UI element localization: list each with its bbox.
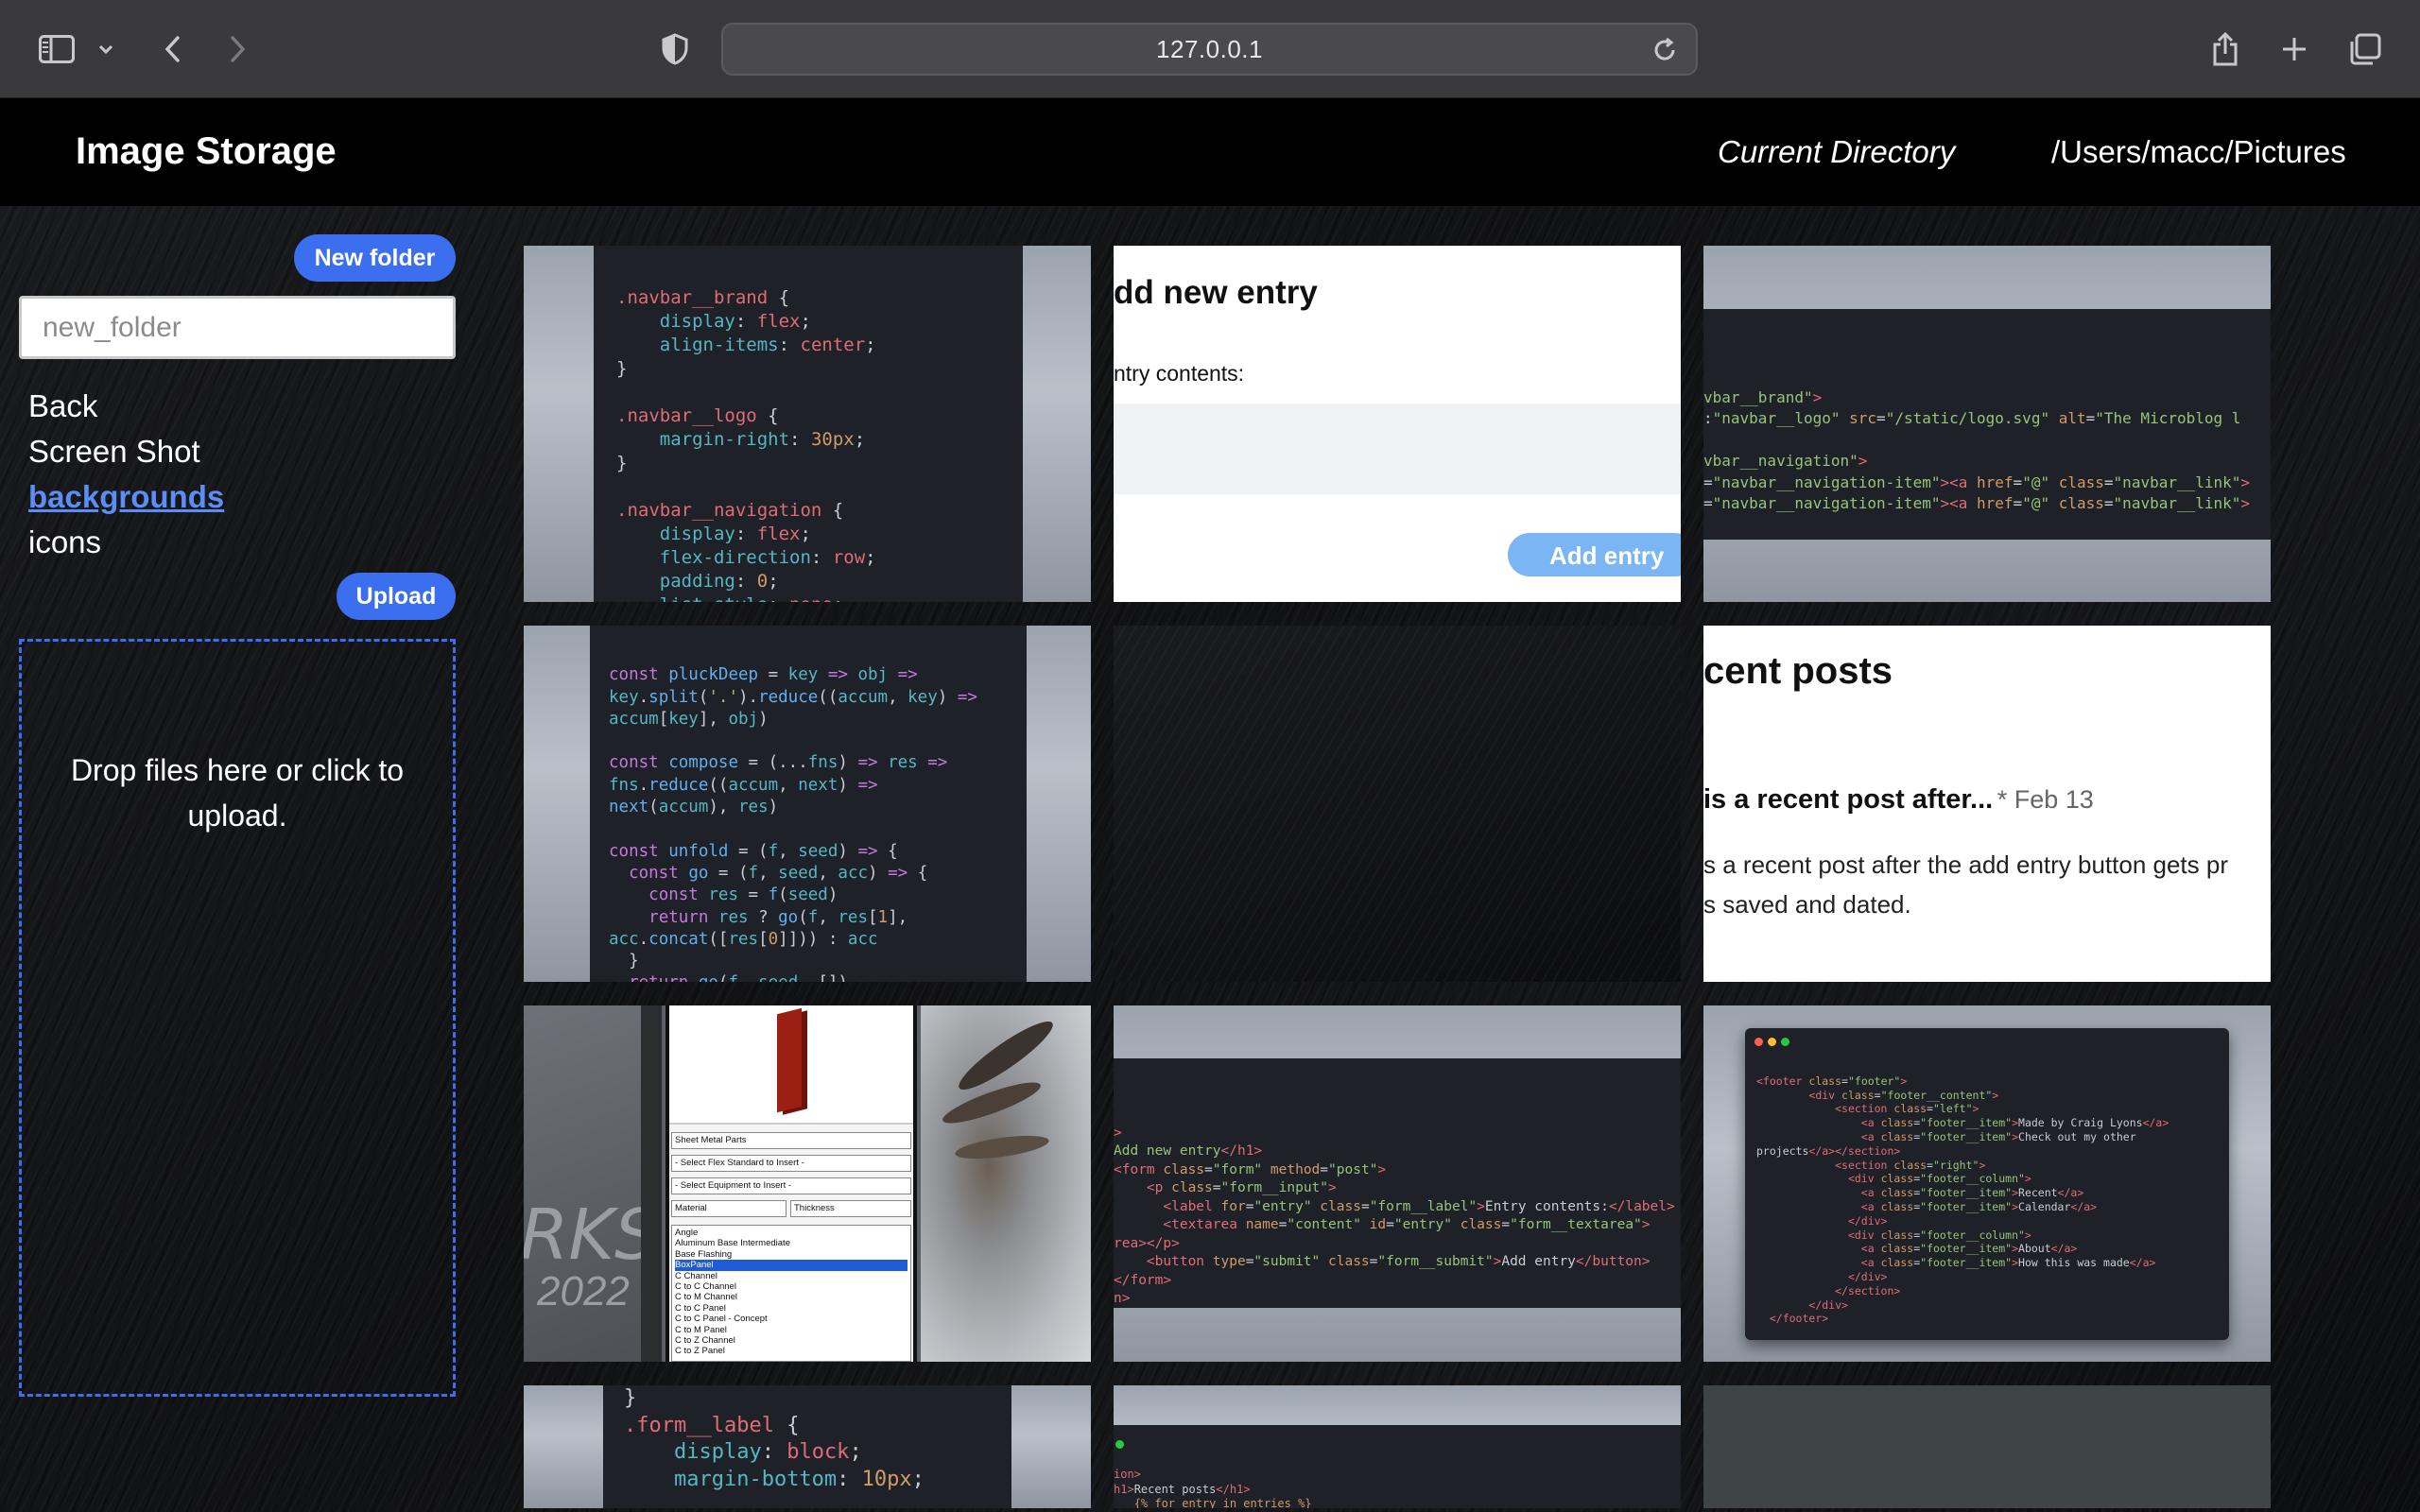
thumb-select-2: - Select Flex Standard to Insert - bbox=[671, 1155, 911, 1172]
current-directory-label: Current Directory bbox=[1718, 134, 1956, 169]
tab-overview-icon[interactable] bbox=[2344, 28, 2386, 70]
thumbnail-js-code[interactable]: const pluckDeep = key => obj => key.spli… bbox=[524, 626, 1091, 982]
thumbnail-dark-texture[interactable] bbox=[1114, 626, 1681, 982]
thumb-panel: Sheet Metal Parts - Select Flex Standard… bbox=[666, 1005, 917, 1362]
thumbnail-cad-software[interactable]: RKS 2022 Sheet Metal Parts - Select Flex… bbox=[524, 1005, 1091, 1362]
thumbnail-dark-slate[interactable] bbox=[1703, 1385, 2271, 1508]
thumb-code-window: <footer class="footer"> <div class="foot… bbox=[1745, 1028, 2229, 1340]
list-item: Angle bbox=[675, 1228, 699, 1238]
thumb-heading: cent posts bbox=[1703, 650, 1893, 692]
list-item: C to M Panel bbox=[675, 1324, 727, 1335]
list-item: C to C Channel bbox=[675, 1281, 736, 1293]
chevron-down-icon[interactable] bbox=[87, 28, 125, 70]
folder-link-back[interactable]: Back bbox=[28, 384, 224, 429]
thumb-feather-photo bbox=[921, 1005, 1091, 1362]
thumb-heading: dd new entry bbox=[1114, 274, 1318, 311]
thumbnail-footer-code[interactable]: <footer class="footer"> <div class="foot… bbox=[1703, 1005, 2271, 1362]
thumb-watermark-2: 2022 bbox=[537, 1268, 630, 1314]
list-item: Aluminum Base Intermediate bbox=[675, 1238, 790, 1249]
reload-icon[interactable] bbox=[1651, 36, 1679, 64]
thumbnail-recent-posts[interactable]: cent posts is a recent post after... * F… bbox=[1703, 626, 2271, 982]
list-item: C to Z Panel bbox=[675, 1346, 725, 1357]
thumb-post-date: * Feb 13 bbox=[1996, 785, 2094, 814]
thumb-select-5: Thickness bbox=[790, 1200, 911, 1217]
thumbnail-recent-posts-template[interactable]: ion> h1>Recent posts</h1> {% for entry i… bbox=[1114, 1385, 1681, 1508]
back-arrow-icon[interactable] bbox=[151, 28, 193, 70]
url-text: 127.0.0.1 bbox=[1156, 34, 1263, 63]
dropzone-text: Drop files here or click to upload. bbox=[70, 753, 405, 833]
upload-button[interactable]: Upload bbox=[337, 573, 456, 620]
forward-arrow-icon[interactable] bbox=[217, 28, 259, 70]
thumb-select-3: - Select Equipment to Insert - bbox=[671, 1177, 911, 1194]
new-tab-plus-icon[interactable] bbox=[2273, 28, 2315, 70]
list-item: C to M Channel bbox=[675, 1292, 738, 1303]
list-item: C to Z Channel bbox=[675, 1335, 735, 1347]
thumb-textarea bbox=[1114, 404, 1681, 494]
browser-toolbar: 127.0.0.1 bbox=[0, 0, 2420, 98]
address-bar[interactable]: 127.0.0.1 bbox=[721, 23, 1698, 76]
current-directory-path: /Users/macc/Pictures bbox=[2051, 134, 2346, 169]
thumb-material-list: Angle Aluminum Base Intermediate Base Fl… bbox=[671, 1225, 911, 1362]
thumb-add-entry-button: Add entry bbox=[1508, 533, 1681, 576]
thumb-toolstrip bbox=[641, 1005, 662, 1362]
thumb-label: ntry contents: bbox=[1114, 361, 1245, 386]
thumb-watermark-1: RKS bbox=[524, 1194, 659, 1276]
list-item: C to C Panel bbox=[675, 1302, 726, 1314]
thumb-post-title: is a recent post after... bbox=[1703, 784, 1994, 815]
thumb-select-1: Sheet Metal Parts bbox=[671, 1132, 911, 1149]
app-root: Image Storage Current Directory /Users/m… bbox=[0, 98, 2420, 1512]
new-folder-button[interactable]: New folder bbox=[294, 234, 456, 282]
thumbnail-html-nav-code[interactable]: vbar__brand"> :"navbar__logo" src="/stat… bbox=[1703, 246, 2271, 602]
app-brand[interactable]: Image Storage bbox=[76, 130, 337, 173]
thumbnail-html-form-code[interactable]: > Add new entry</h1> <form class="form" … bbox=[1114, 1005, 1681, 1362]
new-folder-input[interactable] bbox=[19, 296, 456, 359]
sidebar-toggle-icon[interactable] bbox=[36, 28, 78, 70]
thumb-post-row: is a recent post after... * Feb 13 bbox=[1703, 784, 2094, 816]
thumb-part-preview bbox=[669, 1005, 913, 1125]
folder-list: Back Screen Shot backgrounds icons bbox=[28, 384, 224, 565]
list-item: C Channel bbox=[675, 1270, 717, 1281]
app-navbar: Image Storage Current Directory /Users/m… bbox=[0, 98, 2420, 206]
thumbnail-form-label-css[interactable]: } .form__label { display: block; margin-… bbox=[524, 1385, 1091, 1508]
thumb-select-4: Material bbox=[671, 1200, 786, 1217]
file-dropzone[interactable]: Drop files here or click to upload. bbox=[19, 639, 456, 1397]
share-icon[interactable] bbox=[2204, 28, 2246, 70]
folder-link-icons[interactable]: icons bbox=[28, 520, 224, 565]
privacy-shield-icon[interactable] bbox=[654, 28, 696, 70]
thumb-post-body-1: s a recent post after the add entry butt… bbox=[1703, 850, 2229, 879]
folder-link-backgrounds[interactable]: backgrounds bbox=[28, 474, 224, 520]
folder-link-screen-shot[interactable]: Screen Shot bbox=[28, 429, 224, 474]
thumbnail-css-code[interactable]: .navbar__brand { display: flex; align-it… bbox=[524, 246, 1091, 602]
list-item: C to C Panel - Concept bbox=[675, 1314, 768, 1325]
list-item: Base Flashing bbox=[675, 1248, 733, 1260]
list-item: BoxPanel bbox=[675, 1260, 908, 1271]
thumb-post-body-2: s saved and dated. bbox=[1703, 890, 1911, 919]
thumbnail-add-entry-form[interactable]: dd new entry ntry contents: Add entry bbox=[1114, 246, 1681, 602]
